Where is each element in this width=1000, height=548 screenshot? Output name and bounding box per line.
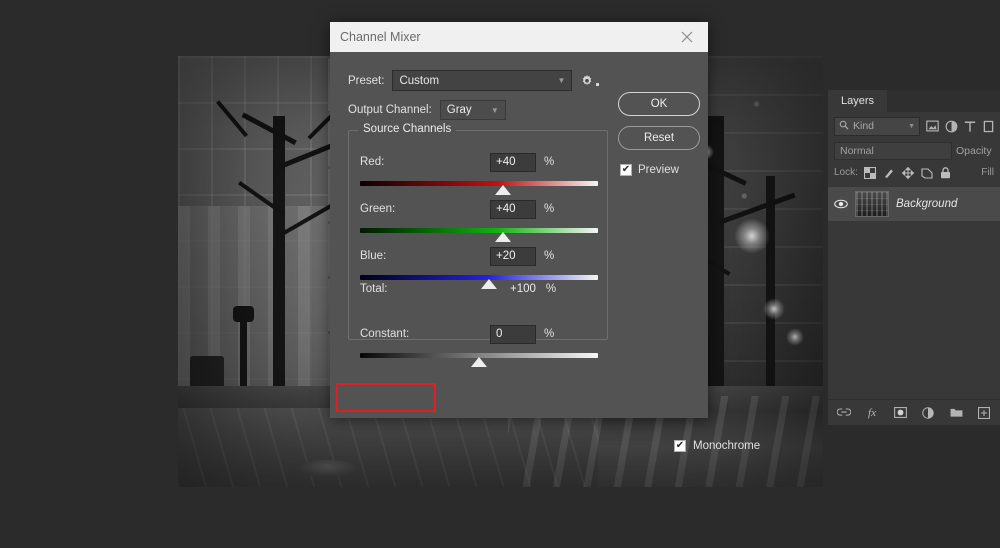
chevron-down-icon: ▼	[490, 105, 499, 115]
channel-row-blue: Blue: +20 %	[360, 246, 598, 289]
opacity-label: Opacity	[956, 145, 992, 157]
channel-slider-thumb-red[interactable]	[494, 185, 511, 195]
lock-label: Lock:	[834, 167, 858, 178]
channel-unit-red: %	[544, 156, 555, 168]
layer-mask-icon[interactable]	[893, 406, 907, 420]
channel-value-green[interactable]: +40	[490, 199, 536, 219]
lock-all-icon[interactable]	[939, 166, 953, 180]
adjustment-layer-icon[interactable]	[921, 406, 935, 420]
channel-mixer-dialog: Channel Mixer Preset: Custom ▼ Output Ch…	[330, 22, 760, 452]
preview-checkbox[interactable]: ✔	[620, 164, 632, 176]
layer-list: Background	[828, 187, 1000, 221]
constant-slider[interactable]	[360, 353, 598, 367]
layer-name: Background	[896, 198, 958, 210]
layers-blend-row: Normal Opacity	[828, 140, 1000, 162]
search-icon	[839, 120, 849, 133]
lock-position-icon[interactable]	[901, 166, 915, 180]
chevron-down-icon: ▼	[557, 76, 566, 85]
total-unit: %	[545, 283, 557, 295]
total-row: Total: +100 %	[360, 283, 598, 295]
layers-panel: Layers Kind ▼ Normal Opacity Lock: Fill …	[828, 90, 1000, 425]
monochrome-label: Monochrome	[693, 440, 761, 452]
dialog-body: Preset: Custom ▼ OOutput Channel:utput C…	[330, 52, 760, 452]
layer-style-fx-icon[interactable]: fx	[865, 406, 879, 420]
source-channels-legend: Source Channels	[358, 123, 457, 135]
constant-label: Constant:	[360, 328, 410, 340]
close-icon[interactable]	[666, 22, 708, 52]
eye-icon[interactable]	[834, 199, 848, 209]
channel-slider-blue[interactable]	[360, 275, 598, 289]
lock-transparency-icon[interactable]	[863, 166, 877, 180]
preview-label: Preview	[638, 164, 679, 176]
preset-label: Preset:	[348, 74, 385, 87]
type-filter-icon[interactable]	[964, 118, 976, 135]
shape-filter-icon[interactable]	[982, 118, 994, 135]
layer-thumbnail	[855, 191, 889, 217]
lock-artboard-icon[interactable]	[920, 166, 934, 180]
chevron-down-icon: ▼	[908, 122, 915, 130]
fill-label: Fill	[981, 167, 994, 178]
new-group-icon[interactable]	[949, 406, 963, 420]
tab-layers[interactable]: Layers	[828, 90, 888, 112]
channel-slider-green[interactable]	[360, 228, 598, 242]
channel-row-green: Green: +40 %	[360, 199, 598, 242]
output-channel-row: OOutput Channel:utput Channel: Gray ▼	[348, 100, 506, 120]
channel-row-red: Red: +40 %	[360, 152, 598, 195]
layers-lock-row: Lock: Fill	[828, 162, 1000, 183]
ok-button[interactable]: OK	[618, 92, 700, 116]
adjustment-filter-icon[interactable]	[945, 118, 958, 135]
preset-select[interactable]: Custom ▼	[392, 70, 573, 91]
constant-unit: %	[544, 328, 555, 340]
dialog-titlebar[interactable]: Channel Mixer	[330, 22, 708, 52]
gear-icon[interactable]	[580, 74, 600, 88]
output-channel-label: OOutput Channel:utput Channel:	[348, 104, 432, 116]
channel-value-blue[interactable]: +20	[490, 246, 536, 266]
output-channel-select[interactable]: Gray ▼	[439, 100, 506, 120]
monochrome-checkbox-row[interactable]: ✔ Monochrome	[674, 440, 760, 452]
output-channel-value: Gray	[446, 104, 472, 116]
channel-label-red: Red:	[360, 156, 385, 168]
preset-row: Preset: Custom ▼	[348, 70, 600, 91]
total-value: +100	[510, 283, 536, 295]
constant-value[interactable]: 0	[490, 324, 536, 344]
layers-bottom-toolbar: fx	[828, 399, 1000, 425]
blend-mode-select[interactable]: Normal	[834, 142, 952, 160]
layer-filter-kind-select[interactable]: Kind ▼	[834, 116, 920, 136]
layer-filter-kind-label: Kind	[853, 120, 875, 132]
channel-value-red[interactable]: +40	[490, 152, 536, 172]
channel-label-blue: Blue:	[360, 250, 387, 262]
channel-unit-green: %	[544, 203, 555, 215]
lock-image-icon[interactable]	[882, 166, 896, 180]
app-root: Layers Kind ▼ Normal Opacity Lock: Fill …	[0, 0, 1000, 548]
reset-button[interactable]: Reset	[618, 126, 700, 150]
dialog-title: Channel Mixer	[340, 30, 421, 44]
constant-row: Constant: 0 %	[360, 324, 598, 367]
channel-unit-blue: %	[544, 250, 555, 262]
layers-panel-tabbar: Layers	[828, 90, 1000, 112]
constant-slider-thumb[interactable]	[471, 357, 487, 367]
channel-slider-red[interactable]	[360, 181, 598, 195]
channel-slider-thumb-green[interactable]	[494, 232, 511, 242]
link-layers-icon[interactable]	[837, 406, 851, 420]
layer-row-background[interactable]: Background	[828, 187, 1000, 221]
preview-checkbox-row[interactable]: ✔ Preview	[620, 164, 679, 176]
image-filter-icon[interactable]	[926, 118, 939, 135]
monochrome-checkbox[interactable]: ✔	[674, 440, 686, 452]
total-label: Total:	[360, 283, 388, 295]
layers-filter-row: Kind ▼	[828, 112, 1000, 137]
channel-label-green: Green:	[360, 203, 396, 215]
preset-value: Custom	[399, 74, 440, 87]
new-layer-icon[interactable]	[977, 406, 991, 420]
